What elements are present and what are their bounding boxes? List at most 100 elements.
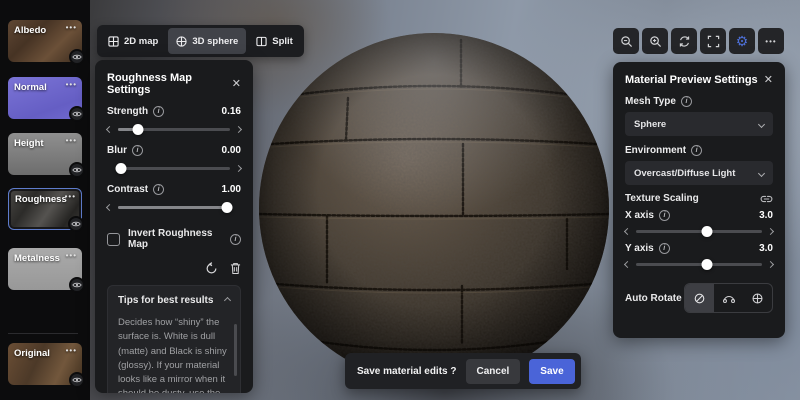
view-split-button[interactable]: Split <box>248 28 301 54</box>
undo-button[interactable] <box>205 262 218 275</box>
y-axis-value: 3.0 <box>759 243 773 254</box>
map-thumbnail-roughness-selected[interactable]: Roughness ••• <box>8 188 84 232</box>
info-icon[interactable]: i <box>680 96 692 107</box>
blur-label: Blur <box>107 145 127 156</box>
slider-thumb[interactable] <box>221 201 233 213</box>
material-preview-sphere[interactable] <box>258 32 610 384</box>
info-icon[interactable]: i <box>691 145 703 156</box>
map-thumbnail-metalness[interactable]: Metalness ••• <box>8 248 85 293</box>
mesh-type-value: Sphere <box>634 118 667 130</box>
more-options-button[interactable]: ••• <box>758 28 784 54</box>
texture-scaling-label: Texture Scaling <box>625 193 699 204</box>
info-icon[interactable]: i <box>230 233 241 245</box>
delete-button[interactable] <box>230 262 241 275</box>
strength-label: Strength <box>107 106 149 117</box>
contrast-value: 1.00 <box>221 184 241 195</box>
y-axis-label: Y axis <box>625 243 654 254</box>
fullscreen-button[interactable] <box>700 28 726 54</box>
blur-slider[interactable] <box>107 161 243 175</box>
cancel-button[interactable]: Cancel <box>465 358 521 384</box>
map-label: Roughness <box>15 194 67 205</box>
zoom-in-icon <box>649 35 661 47</box>
increment-chevron-icon[interactable] <box>234 164 243 172</box>
thumbnail-menu-icon[interactable]: ••• <box>66 251 77 260</box>
slider-thumb[interactable] <box>132 123 144 135</box>
slider-track[interactable] <box>118 201 233 213</box>
info-icon[interactable]: i <box>153 184 165 195</box>
visibility-eye-icon[interactable] <box>69 162 85 178</box>
gear-icon: ⚙ <box>735 33 749 49</box>
view-mode-toolbar: 2D map 3D sphere Split <box>97 25 304 57</box>
view-2d-map-label: 2D map <box>124 35 159 47</box>
mesh-type-select[interactable]: Sphere <box>625 112 773 136</box>
save-prompt-text: Save material edits ? <box>357 365 457 377</box>
environment-select[interactable]: Overcast/Diffuse Light <box>625 161 773 185</box>
preview-settings-button[interactable]: ⚙ <box>729 28 755 54</box>
visibility-eye-icon[interactable] <box>69 106 85 122</box>
zoom-out-button[interactable] <box>613 28 639 54</box>
map-thumbnail-normal[interactable]: Normal ••• <box>8 77 85 122</box>
undo-icon <box>206 262 217 274</box>
refresh-icon <box>679 35 689 47</box>
collapse-chevron-icon[interactable] <box>223 296 232 305</box>
slider-track[interactable] <box>636 258 762 270</box>
increment-chevron-icon[interactable] <box>766 260 775 268</box>
thumbnail-menu-icon[interactable]: ••• <box>66 346 77 355</box>
tips-header[interactable]: Tips for best results <box>108 286 240 315</box>
environment-label: Environment <box>625 145 687 156</box>
visibility-eye-icon[interactable] <box>69 49 85 65</box>
info-icon[interactable]: i <box>153 106 165 117</box>
rotate-sphere-button[interactable] <box>743 284 772 312</box>
slider-thumb[interactable] <box>701 258 713 270</box>
roughness-settings-panel: Roughness Map Settings ✕ Strength i 0.16… <box>95 60 253 393</box>
decrement-chevron-icon[interactable] <box>623 227 632 235</box>
slider-track[interactable] <box>115 162 230 174</box>
decrement-chevron-icon[interactable] <box>105 203 114 211</box>
map-thumbnail-albedo[interactable]: Albedo ••• <box>8 20 85 65</box>
view-2d-map-button[interactable]: 2D map <box>100 28 166 54</box>
decrement-chevron-icon[interactable] <box>105 125 114 133</box>
close-icon[interactable]: ✕ <box>764 74 773 86</box>
thumbnail-menu-icon[interactable]: ••• <box>66 80 77 89</box>
ellipsis-icon: ••• <box>765 36 777 46</box>
increment-chevron-icon[interactable] <box>234 125 243 133</box>
map-thumbnail-height[interactable]: Height ••• <box>8 133 85 178</box>
visibility-eye-icon[interactable] <box>69 372 85 388</box>
panel-title: Roughness Map Settings <box>107 72 192 96</box>
contrast-slider[interactable] <box>105 200 241 214</box>
slider-thumb[interactable] <box>115 162 127 174</box>
visibility-eye-icon[interactable] <box>68 216 84 232</box>
sphere-axes-icon <box>752 292 763 304</box>
slider-track[interactable] <box>636 225 762 237</box>
visibility-eye-icon[interactable] <box>69 277 85 293</box>
reset-view-button[interactable] <box>671 28 697 54</box>
decrement-chevron-icon[interactable] <box>623 260 632 268</box>
map-label: Normal <box>14 82 47 93</box>
info-icon[interactable]: i <box>658 210 670 221</box>
x-axis-slider[interactable] <box>623 224 775 238</box>
invert-checkbox[interactable] <box>107 232 120 246</box>
view-3d-sphere-button[interactable]: 3D sphere <box>168 28 247 54</box>
slider-thumb[interactable] <box>701 225 713 237</box>
blur-value: 0.00 <box>221 145 241 156</box>
increment-chevron-icon[interactable] <box>766 227 775 235</box>
tips-scrollbar[interactable] <box>234 324 237 376</box>
info-icon[interactable]: i <box>658 243 670 254</box>
close-icon[interactable]: ✕ <box>232 78 241 90</box>
turntable-rotate-icon <box>722 295 735 303</box>
zoom-in-button[interactable] <box>642 28 668 54</box>
slider-track[interactable] <box>118 123 230 135</box>
rotate-none-button[interactable] <box>685 284 714 312</box>
thumbnail-menu-icon[interactable]: ••• <box>66 23 77 32</box>
save-button[interactable]: Save <box>529 358 575 384</box>
map-thumbnail-original[interactable]: Original ••• <box>8 343 85 388</box>
chevron-down-icon <box>757 169 766 177</box>
link-axes-button[interactable] <box>760 195 773 203</box>
strength-slider[interactable] <box>105 122 243 136</box>
rotate-turntable-button[interactable] <box>714 284 743 312</box>
info-icon[interactable]: i <box>132 145 143 156</box>
view-3d-sphere-label: 3D sphere <box>192 35 239 47</box>
y-axis-slider[interactable] <box>623 257 775 271</box>
thumbnail-menu-icon[interactable]: ••• <box>65 192 76 201</box>
thumbnail-menu-icon[interactable]: ••• <box>66 136 77 145</box>
